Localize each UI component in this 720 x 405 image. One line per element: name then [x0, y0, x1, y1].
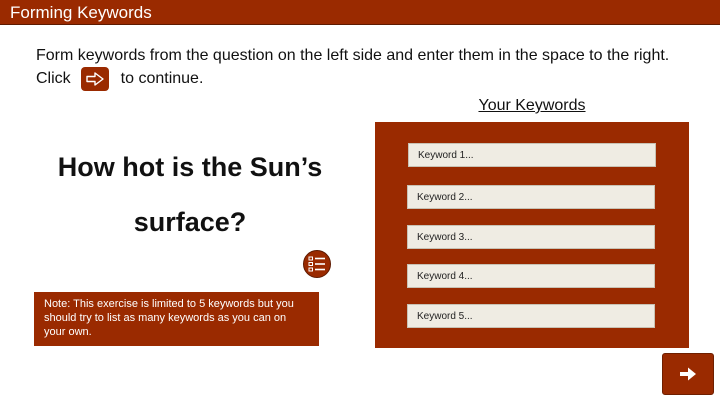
- next-button[interactable]: [662, 353, 714, 395]
- click-label: Click: [36, 70, 71, 87]
- keyword-input-2[interactable]: [407, 185, 655, 209]
- click-row: Click to continue.: [36, 67, 686, 91]
- instructions: Form keywords from the question on the l…: [36, 45, 686, 91]
- keywords-title: Your Keywords: [478, 97, 586, 114]
- instructions-text: Form keywords from the question on the l…: [36, 47, 670, 64]
- note-text: Note: This exercise is limited to 5 keyw…: [44, 298, 294, 338]
- keyword-input-3[interactable]: [407, 225, 655, 249]
- arrow-right-icon: [680, 367, 696, 381]
- page-title-bar: Forming Keywords: [0, 0, 720, 25]
- keyword-input-4[interactable]: [407, 264, 655, 288]
- keyword-input-5[interactable]: [407, 304, 655, 328]
- page-title: Forming Keywords: [10, 3, 152, 22]
- note-box: Note: This exercise is limited to 5 keyw…: [34, 292, 319, 346]
- keyword-input-1[interactable]: [408, 143, 656, 167]
- checklist-icon[interactable]: [303, 250, 331, 278]
- continue-label: to continue.: [120, 70, 204, 87]
- keywords-panel: [375, 122, 689, 348]
- question-text: How hot is the Sun’s surface?: [57, 152, 323, 237]
- continue-arrow-icon: [80, 67, 109, 91]
